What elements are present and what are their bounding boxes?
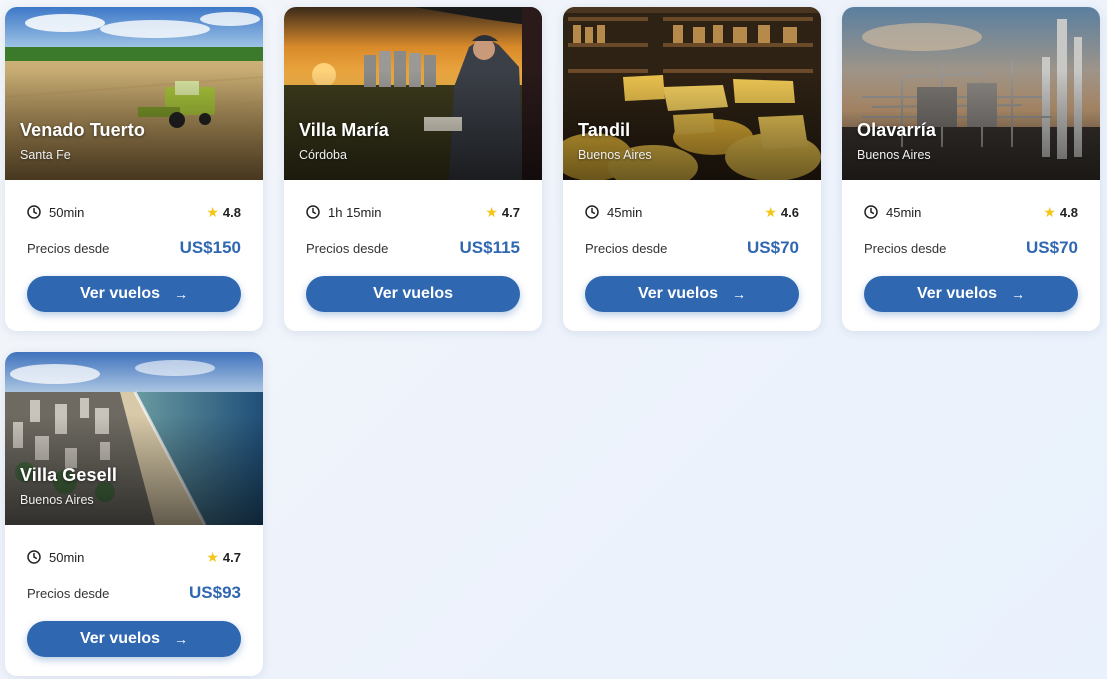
destination-image: Venado Tuerto Santa Fe xyxy=(5,7,263,180)
duration-text: 50min xyxy=(49,549,85,565)
star-icon: ★ xyxy=(206,204,219,220)
star-icon: ★ xyxy=(206,549,219,565)
view-flights-button[interactable]: Ver vuelos → xyxy=(27,276,241,312)
clock-icon xyxy=(27,205,41,219)
price-value: US$115 xyxy=(459,238,521,257)
destination-image: Tandil Buenos Aires xyxy=(563,7,821,180)
destination-image: Olavarría Buenos Aires xyxy=(842,7,1100,180)
arrow-right-icon: → xyxy=(174,286,189,302)
duration-text: 45min xyxy=(607,204,643,220)
button-label: Ver vuelos xyxy=(79,630,161,647)
arrow-right-icon: → xyxy=(1011,286,1026,302)
destinations-grid: Venado Tuerto Santa Fe 50min ★ 4.8 Preci… xyxy=(0,0,1107,679)
arrow-right-icon: → xyxy=(174,631,189,647)
clock-icon xyxy=(864,205,878,219)
star-icon: ★ xyxy=(1043,204,1056,220)
clock-icon xyxy=(27,550,41,564)
destination-card[interactable]: Olavarría Buenos Aires 45min ★ 4.8 Preci… xyxy=(842,7,1100,331)
button-label: Ver vuelos xyxy=(372,285,454,302)
star-icon: ★ xyxy=(485,204,498,220)
destination-image: Villa María Córdoba xyxy=(284,7,542,180)
rating: ★ 4.6 xyxy=(764,205,799,220)
rating-value: 4.6 xyxy=(780,204,799,220)
price-value: US$70 xyxy=(1026,238,1078,257)
destination-card[interactable]: Villa Gesell Buenos Aires 50min ★ 4.7 Pr… xyxy=(5,352,263,676)
rating-value: 4.8 xyxy=(222,204,241,220)
province-name: Buenos Aires xyxy=(20,493,94,507)
price-label: Precios desde xyxy=(306,240,389,256)
price-label: Precios desde xyxy=(585,240,668,256)
price-value: US$150 xyxy=(179,238,241,257)
duration-text: 50min xyxy=(49,204,85,220)
province-name: Buenos Aires xyxy=(857,148,931,162)
view-flights-button[interactable]: Ver vuelos → xyxy=(585,276,799,312)
duration-text: 1h 15min xyxy=(328,204,382,220)
destination-card[interactable]: Venado Tuerto Santa Fe 50min ★ 4.8 Preci… xyxy=(5,7,263,331)
button-label: Ver vuelos xyxy=(79,285,161,302)
rating: ★ 4.8 xyxy=(1043,205,1078,220)
province-name: Buenos Aires xyxy=(578,148,652,162)
flight-duration: 45min xyxy=(864,205,921,220)
city-name: Villa Gesell xyxy=(20,465,117,485)
price-value: US$70 xyxy=(747,238,799,257)
clock-icon xyxy=(585,205,599,219)
rating-value: 4.7 xyxy=(501,204,520,220)
price-label: Precios desde xyxy=(27,240,110,256)
city-name: Villa María xyxy=(299,120,389,140)
flight-duration: 50min xyxy=(27,550,84,565)
city-name: Venado Tuerto xyxy=(20,120,145,140)
price-value: US$93 xyxy=(189,583,241,602)
button-label: Ver vuelos xyxy=(916,285,998,302)
flight-duration: 45min xyxy=(585,205,642,220)
destination-card[interactable]: Tandil Buenos Aires 45min ★ 4.6 Precios … xyxy=(563,7,821,331)
view-flights-button[interactable]: Ver vuelos → xyxy=(27,621,241,657)
star-icon: ★ xyxy=(764,204,777,220)
province-name: Santa Fe xyxy=(20,148,71,162)
button-label: Ver vuelos xyxy=(637,285,719,302)
view-flights-button[interactable]: Ver vuelos xyxy=(306,276,520,312)
city-name: Olavarría xyxy=(857,120,936,140)
flight-duration: 50min xyxy=(27,205,84,220)
rating: ★ 4.7 xyxy=(206,550,241,565)
rating-value: 4.7 xyxy=(222,549,241,565)
rating: ★ 4.8 xyxy=(206,205,241,220)
rating: ★ 4.7 xyxy=(485,205,520,220)
destination-image: Villa Gesell Buenos Aires xyxy=(5,352,263,525)
city-name: Tandil xyxy=(578,120,631,140)
arrow-right-icon: → xyxy=(732,286,747,302)
province-name: Córdoba xyxy=(299,148,347,162)
price-label: Precios desde xyxy=(27,585,110,601)
price-label: Precios desde xyxy=(864,240,947,256)
flight-duration: 1h 15min xyxy=(306,205,381,220)
view-flights-button[interactable]: Ver vuelos → xyxy=(864,276,1078,312)
clock-icon xyxy=(306,205,320,219)
duration-text: 45min xyxy=(886,204,922,220)
rating-value: 4.8 xyxy=(1059,204,1078,220)
destination-card[interactable]: Villa María Córdoba 1h 15min ★ 4.7 Preci… xyxy=(284,7,542,331)
